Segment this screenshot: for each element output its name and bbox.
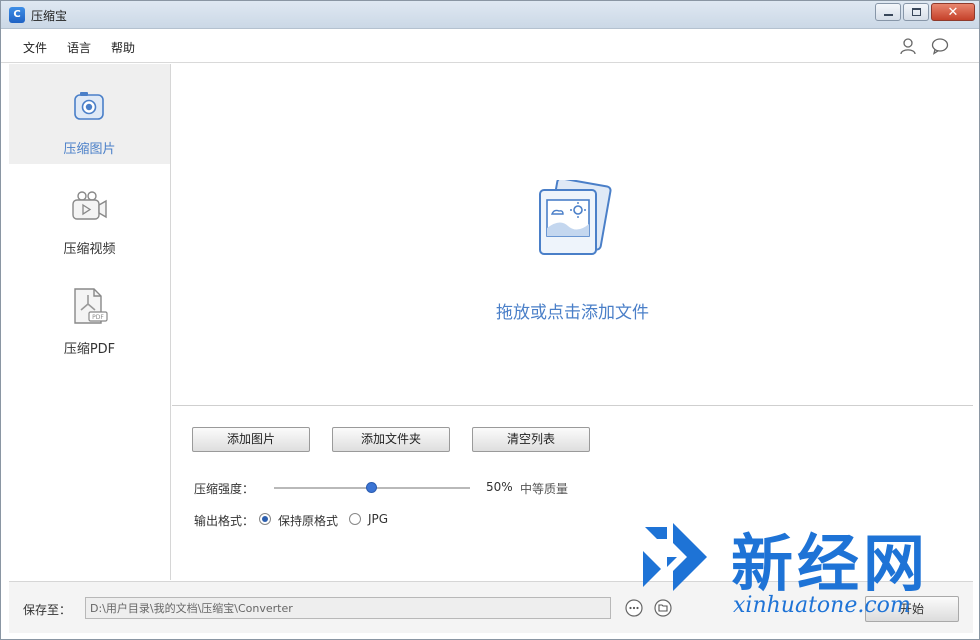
app-logo-icon: C (9, 7, 25, 23)
title-bar[interactable]: C 压缩宝 ✕ (1, 1, 979, 29)
save-bar: 保存至： 开始 (9, 581, 973, 633)
save-to-label: 保存至： (23, 603, 72, 617)
sidebar-item-label: 压缩图片 (63, 142, 116, 157)
camera-icon (74, 92, 104, 120)
sidebar: 压缩图片 压缩视频 PDF 压缩PDF (9, 64, 171, 580)
radio-keep-format-label[interactable]: 保持原格式 (278, 512, 338, 529)
app-window: C 压缩宝 ✕ 文件 语言 帮助 压缩图片 压缩视频 PDF 压缩PDF 拖放或… (0, 0, 980, 640)
minimize-icon (883, 14, 893, 16)
compression-slider-thumb[interactable] (366, 482, 377, 493)
close-icon: ✕ (947, 4, 959, 20)
minimize-button[interactable] (875, 3, 901, 21)
user-icon[interactable] (899, 37, 917, 55)
sidebar-item-label: 压缩视频 (63, 242, 116, 257)
sidebar-item-compress-image[interactable]: 压缩图片 (9, 64, 170, 164)
compression-value: 50% (486, 480, 513, 494)
clear-list-button[interactable]: 清空列表 (472, 427, 590, 452)
sidebar-item-compress-pdf[interactable]: PDF 压缩PDF (9, 264, 170, 364)
menu-help[interactable]: 帮助 (111, 39, 135, 56)
close-button[interactable]: ✕ (931, 3, 975, 21)
add-image-button[interactable]: 添加图片 (192, 427, 310, 452)
add-folder-button[interactable]: 添加文件夹 (332, 427, 450, 452)
maximize-button[interactable] (903, 3, 929, 21)
feedback-chat-icon[interactable] (931, 37, 949, 55)
maximize-icon (911, 8, 921, 16)
video-camera-icon (72, 191, 107, 220)
window-title: 压缩宝 (31, 9, 68, 23)
radio-jpg-label[interactable]: JPG (368, 512, 388, 526)
radio-jpg[interactable] (349, 513, 361, 525)
save-path-input[interactable] (85, 597, 611, 619)
browse-more-icon[interactable] (625, 599, 643, 617)
menu-language[interactable]: 语言 (67, 39, 91, 56)
open-folder-icon[interactable] (654, 599, 672, 617)
compression-quality: 中等质量 (520, 482, 569, 496)
sidebar-item-compress-video[interactable]: 压缩视频 (9, 164, 170, 264)
compression-strength-label: 压缩强度： (194, 482, 255, 496)
radio-keep-format[interactable] (259, 513, 271, 525)
output-format-label: 输出格式： (194, 514, 255, 528)
window-controls: ✕ (873, 3, 975, 21)
pdf-icon-label: PDF (92, 314, 104, 321)
start-button[interactable]: 开始 (865, 596, 959, 622)
drop-zone-text: 拖放或点击添加文件 (496, 303, 649, 323)
file-drop-zone[interactable]: 拖放或点击添加文件 (172, 64, 973, 406)
menu-file[interactable]: 文件 (23, 39, 47, 56)
image-gallery-icon (539, 180, 612, 255)
options-panel: 添加图片 添加文件夹 清空列表 压缩强度： 50% 中等质量 输出格式： 保持原… (172, 407, 973, 580)
pdf-icon: PDF (74, 288, 108, 324)
menu-bar: 文件 语言 帮助 (1, 29, 979, 63)
sidebar-item-label: 压缩PDF (63, 342, 116, 357)
